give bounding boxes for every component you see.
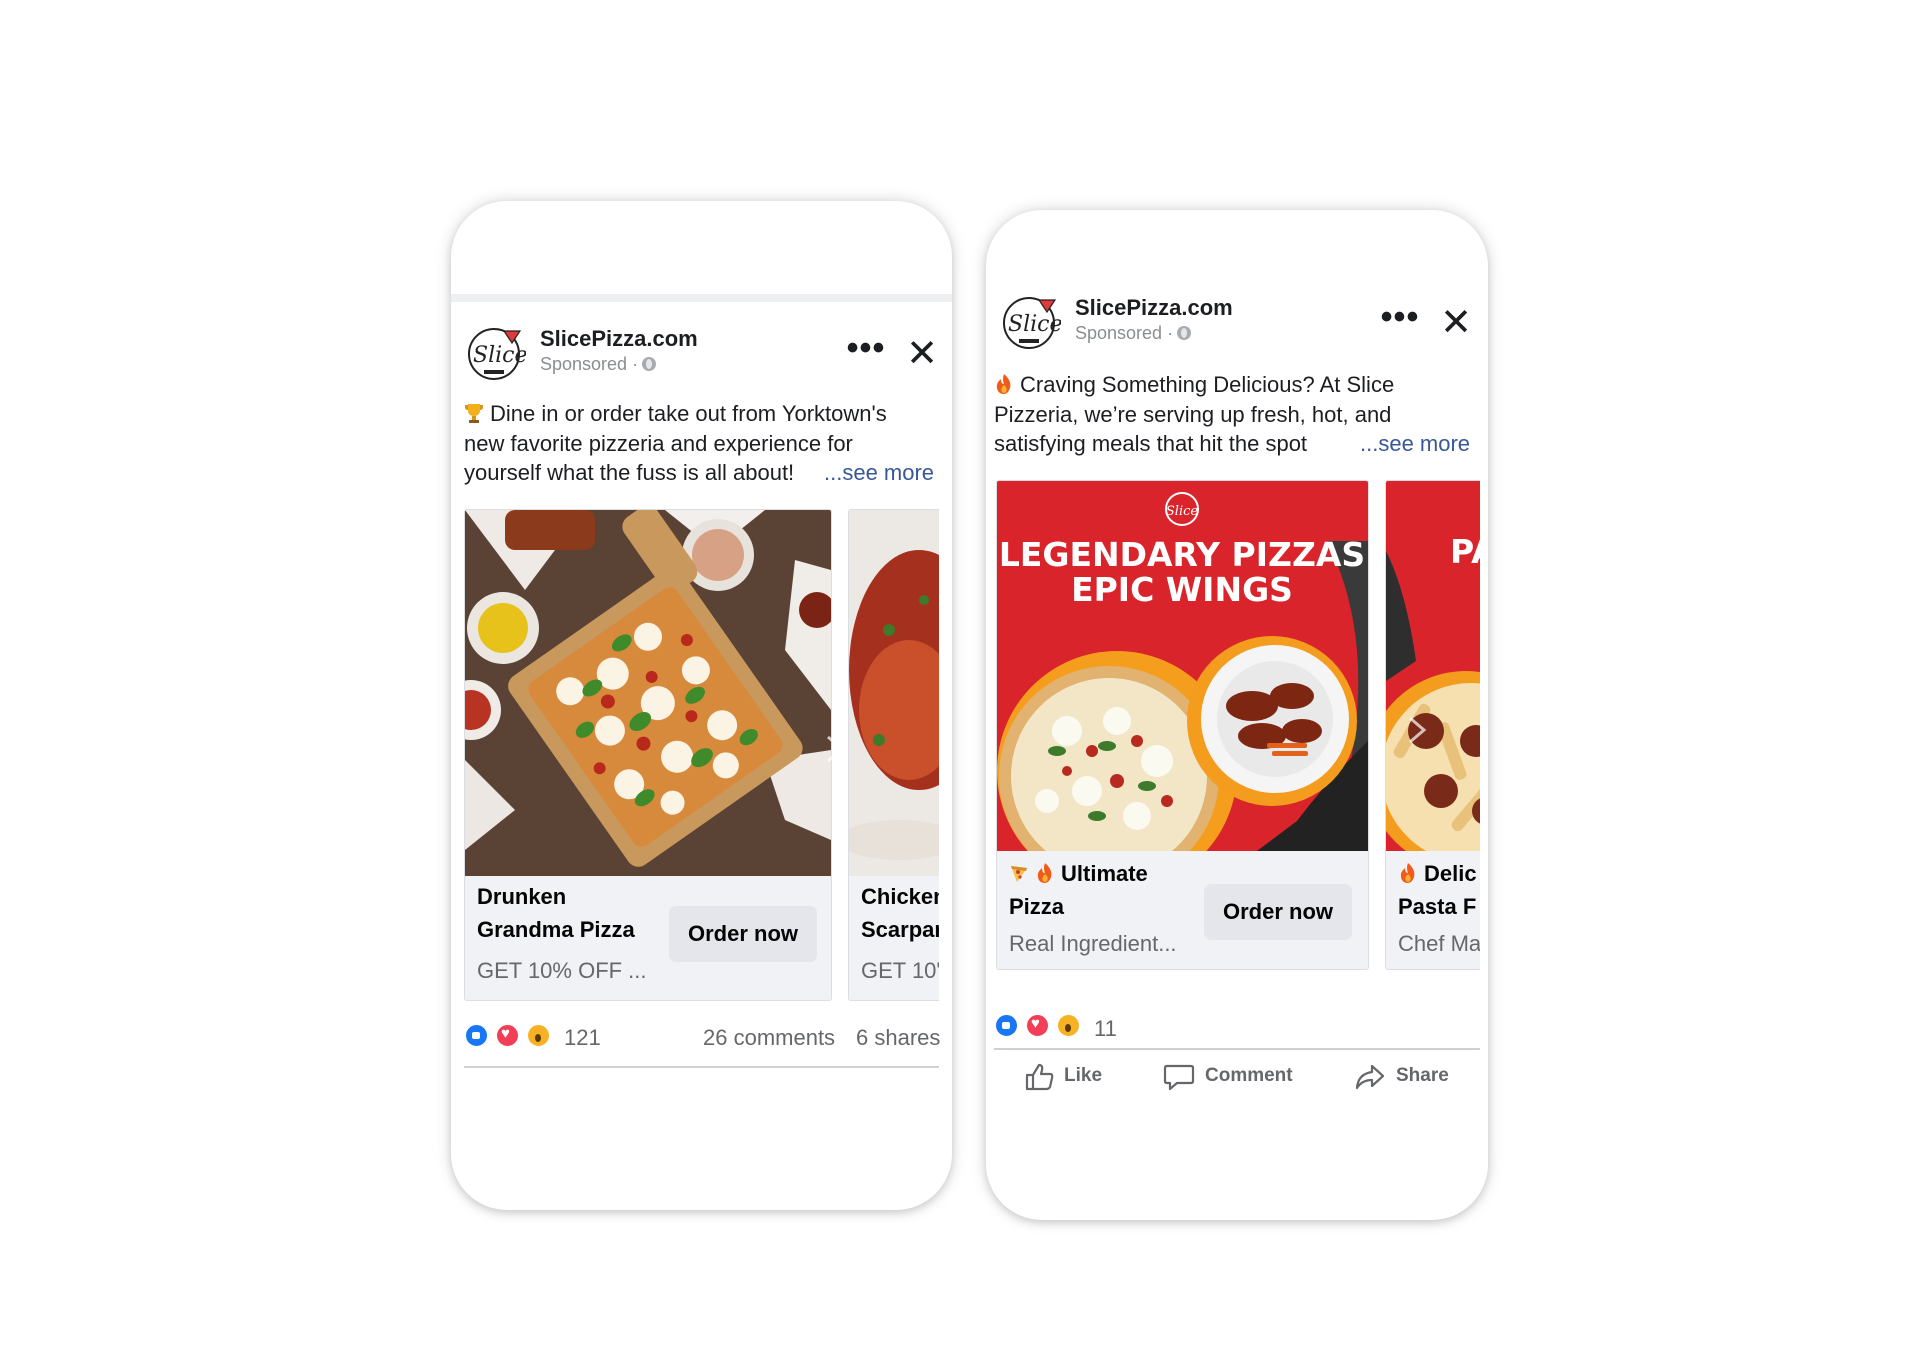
love-reaction-icon xyxy=(1025,1013,1050,1038)
ad-headline-line-2: EPIC WINGS xyxy=(1071,570,1293,609)
share-button[interactable]: Share xyxy=(1354,1062,1454,1092)
card-footer: Delic Pasta F Chef Ma xyxy=(1386,851,1480,969)
ad-headline-line-1: LEGENDARY PIZZAS xyxy=(999,535,1365,574)
divider xyxy=(994,1048,1480,1050)
card-description: GET 10% OFF ... xyxy=(477,958,647,983)
globe-icon xyxy=(1177,326,1192,340)
order-now-button[interactable]: Order now xyxy=(1204,884,1352,940)
post-text: Dine in or order take out from Yorktown'… xyxy=(464,399,944,488)
card-title: Ultimate Pizza xyxy=(1009,861,1148,919)
chevron-right-icon[interactable] xyxy=(814,729,854,769)
like-button[interactable]: Like xyxy=(1024,1062,1124,1092)
post-text: Craving Something Delicious? At Slice Pi… xyxy=(994,370,1478,459)
reaction-count: 11 xyxy=(1094,1016,1117,1041)
post-text-line: Pizzeria, we’re serving up fresh, hot, a… xyxy=(994,401,1392,427)
trophy-icon xyxy=(465,404,483,423)
carousel-card[interactable]: Chicken Scarpar GET 10' xyxy=(848,509,939,1001)
post-text-line: Craving Something Delicious? At Slice xyxy=(994,370,1478,400)
page-name[interactable]: SlicePizza.com xyxy=(540,326,698,352)
fire-icon xyxy=(1037,863,1052,883)
carousel-card[interactable]: Slice LEGENDARY PIZZAS EPIC WINGS Ultima… xyxy=(996,480,1369,970)
card-title: Drunken Grandma Pizza xyxy=(477,884,635,942)
close-button[interactable]: ✕ xyxy=(1440,304,1472,342)
page-name[interactable]: SlicePizza.com xyxy=(1075,295,1233,321)
see-more-link[interactable]: ...see more xyxy=(824,458,934,488)
card-footer: Chicken Scarpar GET 10' xyxy=(849,876,939,1000)
like-icon xyxy=(1025,1063,1054,1091)
fire-icon xyxy=(1400,863,1415,883)
order-now-button[interactable]: Order now xyxy=(669,906,817,962)
share-icon xyxy=(1355,1064,1385,1090)
post-text-line: satisfying meals that hit the spot ...see… xyxy=(994,429,1478,459)
carousel: Drunken Grandma Pizza GET 10% OFF ... Or… xyxy=(464,509,939,1009)
reaction-summary[interactable]: 11 xyxy=(994,1013,1144,1043)
carousel-card[interactable]: Drunken Grandma Pizza GET 10% OFF ... Or… xyxy=(464,509,832,1001)
globe-icon xyxy=(642,357,657,371)
post-text-line: Dine in or order take out from Yorktown'… xyxy=(464,399,944,429)
like-reaction-icon xyxy=(994,1013,1019,1038)
ad-creative-image: Slice LEGENDARY PIZZAS EPIC WINGS xyxy=(997,481,1368,851)
slice-logo-icon[interactable]: Slice xyxy=(464,325,527,381)
reaction-summary[interactable]: 121 xyxy=(464,1023,614,1053)
shares-count[interactable]: 6 shares xyxy=(856,1025,940,1051)
pizza-photo xyxy=(465,510,831,876)
slice-logo-icon[interactable]: Slice xyxy=(999,294,1062,350)
like-reaction-icon xyxy=(464,1023,489,1048)
card-title: Delic Pasta F xyxy=(1398,861,1477,919)
see-more-link[interactable]: ...see more xyxy=(1360,429,1470,459)
more-options-button[interactable]: ••• xyxy=(1379,300,1421,338)
divider xyxy=(464,1066,939,1068)
svg-text:Slice: Slice xyxy=(1166,504,1199,519)
ad-preview-phone-1: Slice SlicePizza.com Sponsored · ••• ✕ D… xyxy=(451,201,952,1210)
ad-headline: PA xyxy=(1450,532,1480,571)
card-footer: Ultimate Pizza Real Ingredient... Order … xyxy=(997,851,1368,969)
card-description: Chef Ma xyxy=(1398,931,1480,956)
ad-preview-phone-2: Slice SlicePizza.com Sponsored · ••• ✕ C… xyxy=(986,210,1488,1220)
wow-reaction-icon xyxy=(1056,1013,1081,1038)
comment-button[interactable]: Comment xyxy=(1163,1062,1303,1092)
pasta-ad-image: PA xyxy=(1386,481,1480,851)
wow-reaction-icon xyxy=(526,1023,551,1048)
carousel: Slice LEGENDARY PIZZAS EPIC WINGS Ultima… xyxy=(996,480,1480,980)
comment-icon xyxy=(1163,1064,1195,1091)
fire-icon xyxy=(996,374,1011,394)
sponsored-label: Sponsored · xyxy=(540,354,657,375)
sponsored-label: Sponsored · xyxy=(1075,323,1192,344)
chicken-photo xyxy=(849,510,939,876)
love-reaction-icon xyxy=(495,1023,520,1048)
action-bar-clipped xyxy=(464,1075,939,1081)
more-options-button[interactable]: ••• xyxy=(845,331,887,369)
top-separator xyxy=(451,294,952,302)
chevron-right-icon[interactable] xyxy=(1396,710,1436,750)
svg-text:Slice: Slice xyxy=(1008,312,1061,337)
card-footer: Drunken Grandma Pizza GET 10% OFF ... Or… xyxy=(465,876,831,1000)
comments-count[interactable]: 26 comments xyxy=(703,1025,835,1051)
post-text-line: yourself what the fuss is all about! ...s… xyxy=(464,458,944,488)
reaction-count: 121 xyxy=(564,1025,601,1050)
pizza-icon xyxy=(1011,866,1027,882)
card-description: GET 10' xyxy=(861,958,939,983)
close-button[interactable]: ✕ xyxy=(906,335,938,373)
card-description: Real Ingredient... xyxy=(1009,931,1177,956)
card-title: Chicken Scarpar xyxy=(861,884,939,942)
post-text-line: new favorite pizzeria and experience for xyxy=(464,430,853,456)
svg-text:Slice: Slice xyxy=(473,343,526,368)
